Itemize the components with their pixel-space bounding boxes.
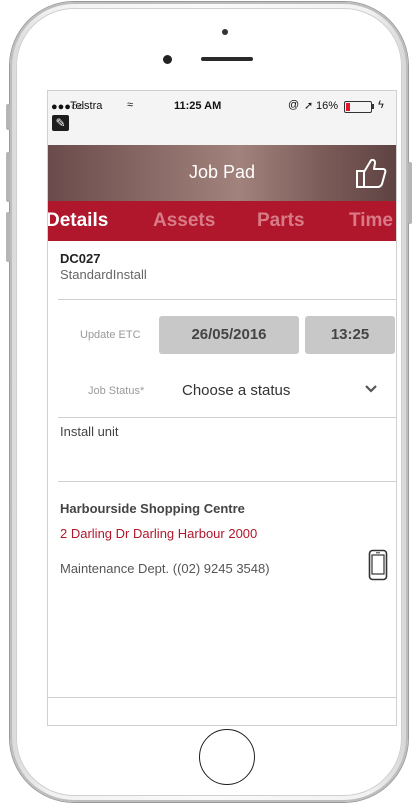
site-contact: Maintenance Dept. ((02) 9245 3548): [60, 561, 270, 576]
carrier-name: Telstra: [70, 100, 103, 112]
battery-icon: [344, 101, 372, 113]
battery-percent: 16%: [316, 100, 339, 112]
tab-parts[interactable]: Parts: [257, 210, 305, 232]
job-status-value: Choose a status: [182, 382, 291, 399]
volume-up-button: [6, 152, 10, 202]
tab-assets[interactable]: Assets: [153, 210, 215, 232]
tab-time[interactable]: Time: [349, 210, 393, 232]
job-note: Install unit: [60, 424, 119, 439]
update-etc-label: Update ETC: [80, 329, 141, 341]
tab-bar: Details Assets Parts Time: [48, 201, 396, 241]
site-name: Harbourside Shopping Centre: [60, 501, 245, 516]
job-code: DC027: [60, 251, 101, 266]
bottom-divider: [48, 697, 396, 698]
volume-down-button: [6, 212, 10, 262]
tab-details[interactable]: Details: [48, 210, 108, 232]
job-status-label: Job Status*: [88, 385, 145, 397]
divider: [58, 299, 396, 300]
wifi-icon: ≈: [127, 99, 134, 111]
mobile-phone-icon[interactable]: [368, 549, 388, 581]
job-status-select[interactable]: Choose a status: [159, 373, 395, 407]
battery-tip: [372, 104, 374, 109]
app-switch-icon[interactable]: ✎: [52, 115, 69, 131]
proximity-sensor: [222, 29, 228, 35]
location-icon: ➚: [304, 100, 314, 112]
mute-switch: [6, 104, 10, 130]
phone-frame: ●●●○○ Telstra ≈ 11:25 AM @ ➚ 16% ϟ ✎ Job…: [6, 2, 412, 802]
thumbs-up-icon[interactable]: [352, 153, 388, 191]
details-panel: DC027 StandardInstall Update ETC 26/05/2…: [48, 241, 396, 725]
chevron-down-icon: [365, 385, 377, 393]
divider: [58, 417, 396, 418]
status-bar: ●●●○○ Telstra ≈ 11:25 AM @ ➚ 16% ϟ ✎: [48, 91, 396, 145]
earpiece-speaker: [201, 57, 253, 61]
charging-icon: ϟ: [378, 99, 384, 111]
home-button[interactable]: [199, 729, 255, 785]
job-type: StandardInstall: [60, 267, 147, 282]
etc-time-button[interactable]: 13:25: [305, 316, 395, 354]
nav-bar: Job Pad: [48, 145, 396, 201]
battery-fill: [346, 103, 350, 111]
power-button: [408, 162, 412, 224]
divider: [58, 481, 396, 482]
page-title: Job Pad: [188, 162, 256, 182]
rotation-lock-icon: @: [288, 99, 300, 111]
etc-date-button[interactable]: 26/05/2016: [159, 316, 299, 354]
app-screen: ●●●○○ Telstra ≈ 11:25 AM @ ➚ 16% ϟ ✎ Job…: [47, 90, 397, 726]
front-camera: [163, 55, 172, 64]
clock: 11:25 AM: [174, 100, 222, 112]
site-address-link[interactable]: 2 Darling Dr Darling Harbour 2000: [60, 526, 257, 541]
